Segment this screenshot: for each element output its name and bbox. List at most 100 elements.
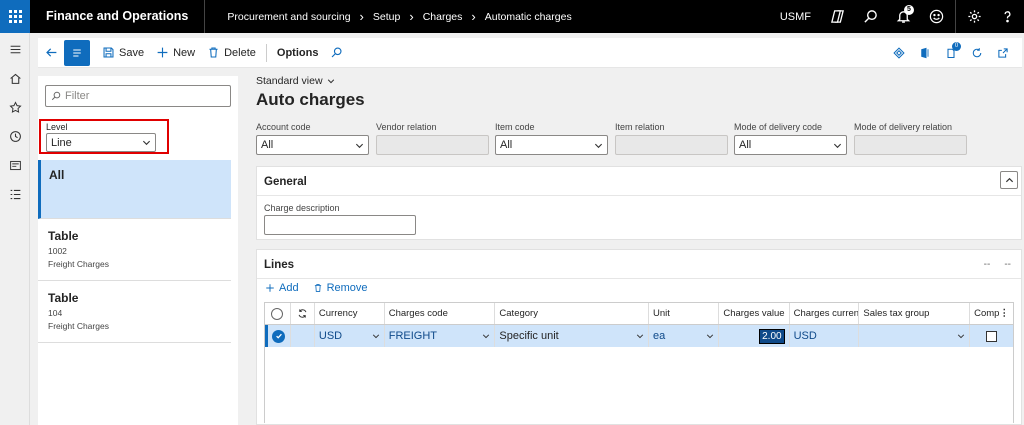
- remove-line-button[interactable]: Remove: [313, 282, 368, 294]
- app-title[interactable]: Finance and Operations: [30, 0, 206, 33]
- filter-placeholder: Filter: [65, 90, 90, 102]
- options-tab[interactable]: Options: [271, 38, 325, 68]
- vendor-relation-field: Vendor relation: [376, 122, 489, 155]
- table-row[interactable]: USD FREIGHT Specific unit ea 2.00 USD: [265, 325, 1013, 347]
- list-item-title: Table: [48, 291, 79, 305]
- list-item[interactable]: Table 104 Freight Charges: [38, 283, 231, 343]
- list-item-description: Freight Charges: [48, 321, 109, 331]
- home-icon[interactable]: [0, 64, 30, 93]
- section-title[interactable]: Lines: [264, 259, 294, 271]
- action-search-button[interactable]: [324, 38, 353, 68]
- charge-description-input[interactable]: [264, 215, 416, 235]
- mode-of-delivery-code-dropdown[interactable]: All: [734, 135, 847, 155]
- action-menu-button[interactable]: [64, 39, 90, 66]
- level-label: Level: [46, 122, 68, 132]
- delete-button[interactable]: Delete: [201, 38, 262, 68]
- office-icon[interactable]: [912, 40, 938, 66]
- column-header-currency[interactable]: Currency: [315, 303, 385, 324]
- lines-toolbar: Add Remove: [265, 282, 368, 294]
- cell-sales-tax-group[interactable]: [859, 325, 971, 347]
- modules-list-icon[interactable]: [0, 180, 30, 209]
- cell-value: USD: [318, 330, 343, 342]
- column-header-sales-tax-group[interactable]: Sales tax group: [859, 303, 971, 324]
- feedback-smiley-icon[interactable]: [920, 0, 953, 33]
- attachments-icon[interactable]: 0: [938, 40, 964, 66]
- summary-value: --: [1004, 259, 1011, 270]
- refresh-icon[interactable]: [964, 40, 990, 66]
- refresh-icon[interactable]: [291, 303, 315, 324]
- more-options-icon[interactable]: ⋮: [999, 308, 1009, 319]
- cell-comp-checkbox[interactable]: [970, 325, 1013, 347]
- item-code-dropdown[interactable]: All: [495, 135, 608, 155]
- breadcrumb-item[interactable]: Charges: [423, 11, 463, 23]
- breadcrumb-item[interactable]: Setup: [373, 11, 400, 23]
- add-line-button[interactable]: Add: [265, 282, 299, 294]
- checkbox[interactable]: [986, 330, 998, 342]
- cell-unit[interactable]: ea: [649, 325, 719, 347]
- notifications-icon[interactable]: 5: [887, 0, 920, 33]
- search-icon[interactable]: [854, 0, 887, 33]
- chevron-down-icon: [594, 143, 603, 148]
- chevron-down-icon: [957, 334, 965, 339]
- favorites-star-icon[interactable]: [0, 93, 30, 122]
- breadcrumb-item[interactable]: Automatic charges: [485, 11, 572, 23]
- recent-clock-icon[interactable]: [0, 122, 30, 151]
- list-item-all[interactable]: All: [38, 160, 231, 219]
- power-apps-icon[interactable]: [886, 40, 912, 66]
- app-launcher-icon[interactable]: [0, 0, 30, 33]
- column-header-charges-value[interactable]: Charges value: [719, 303, 790, 324]
- column-header-comp[interactable]: Comp ⋮: [970, 303, 1013, 324]
- chevron-down-icon: [327, 79, 334, 84]
- field-label: Mode of delivery code: [734, 122, 823, 132]
- mode-of-delivery-relation-field: Mode of delivery relation: [854, 122, 967, 155]
- field-label: Account code: [256, 122, 311, 132]
- new-button[interactable]: New: [150, 38, 201, 68]
- list-item[interactable]: Table 1002 Freight Charges: [38, 221, 231, 281]
- view-label: Standard view: [256, 75, 323, 87]
- cell-category[interactable]: Specific unit: [495, 325, 649, 347]
- top-nav-bar: Finance and Operations Procurement and s…: [0, 0, 1024, 33]
- toolbar-divider: [265, 43, 267, 62]
- cell-currency[interactable]: USD: [315, 325, 385, 347]
- chevron-down-icon: [706, 334, 713, 339]
- section-title[interactable]: General: [264, 176, 307, 188]
- filter-input[interactable]: Filter: [45, 85, 231, 107]
- collapse-button[interactable]: [1000, 171, 1018, 189]
- item-relation-input: [615, 135, 728, 155]
- column-header-category[interactable]: Category: [495, 303, 649, 324]
- save-button[interactable]: Save: [96, 38, 150, 68]
- lines-section: Lines -- -- Add Remove Currency Charges …: [256, 249, 1022, 425]
- grid-header: Currency Charges code Category Unit Char…: [265, 303, 1013, 325]
- plus-icon: [157, 47, 168, 58]
- list-item-description: Freight Charges: [48, 259, 109, 269]
- cell-charges-code[interactable]: FREIGHT: [385, 325, 496, 347]
- list-item-code: 1002: [48, 246, 67, 256]
- account-code-dropdown[interactable]: All: [256, 135, 369, 155]
- hamburger-menu-icon[interactable]: [0, 35, 30, 64]
- open-new-window-icon[interactable]: [990, 40, 1016, 66]
- workspaces-icon[interactable]: [0, 151, 30, 180]
- section-divider: [257, 278, 1021, 279]
- chevron-up-icon: [1005, 177, 1013, 182]
- level-value: Line: [51, 136, 72, 149]
- level-dropdown[interactable]: Line: [46, 133, 156, 152]
- lines-summary: -- --: [984, 259, 1011, 270]
- checkmark-icon: [272, 329, 286, 343]
- view-selector[interactable]: Standard view: [256, 75, 335, 87]
- copilot-icon[interactable]: [821, 0, 854, 33]
- back-button[interactable]: [38, 38, 64, 68]
- help-icon[interactable]: [991, 0, 1024, 33]
- column-header-unit[interactable]: Unit: [649, 303, 719, 324]
- cell-value: ea: [652, 330, 666, 342]
- field-value: All: [261, 139, 274, 151]
- section-divider: [257, 195, 1021, 196]
- select-all-checkbox[interactable]: [265, 303, 291, 324]
- cell-charges-currency[interactable]: USD: [790, 325, 860, 347]
- breadcrumb-item[interactable]: Procurement and sourcing: [227, 11, 350, 23]
- cell-charges-value[interactable]: 2.00: [719, 325, 790, 347]
- gear-icon[interactable]: [958, 0, 991, 33]
- company-picker[interactable]: USMF: [780, 11, 811, 23]
- row-select[interactable]: [268, 325, 291, 347]
- column-header-charges-code[interactable]: Charges code: [385, 303, 496, 324]
- column-header-charges-currency[interactable]: Charges curren...: [790, 303, 860, 324]
